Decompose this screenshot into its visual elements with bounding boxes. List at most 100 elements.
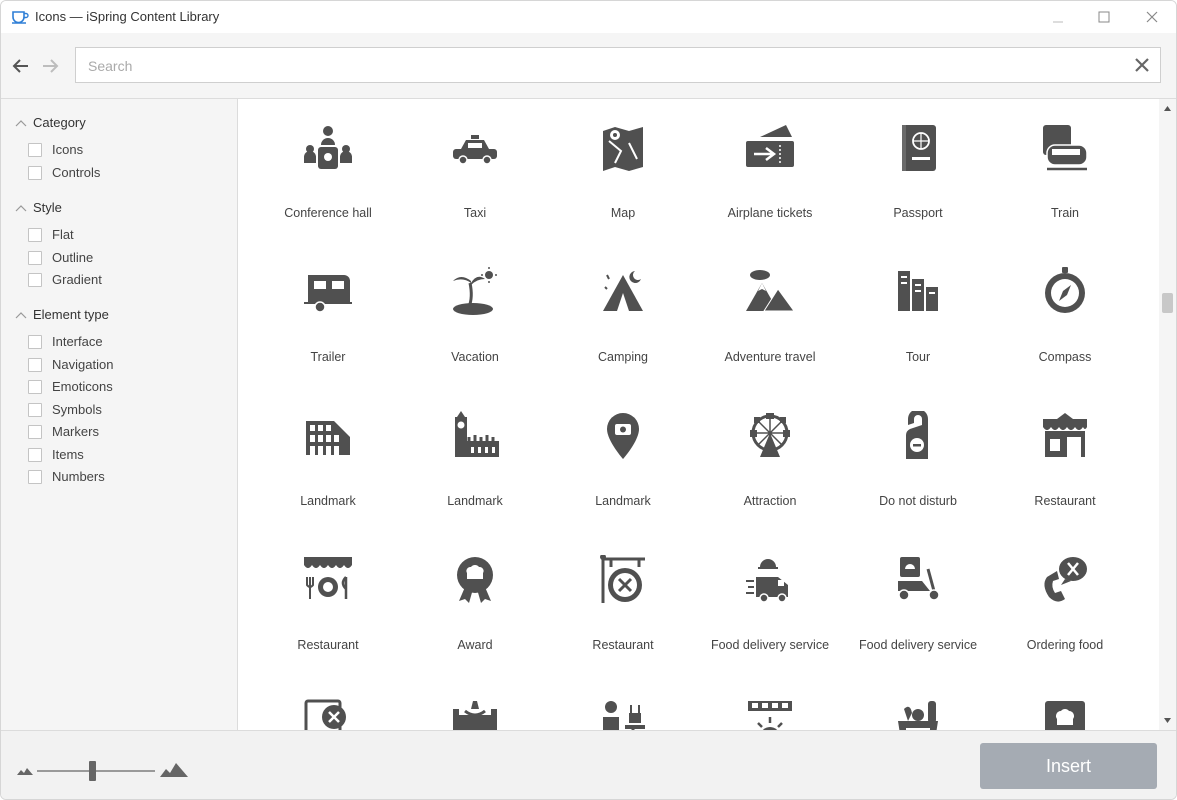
chevron-up-icon — [15, 204, 27, 211]
icon-tile-do-not-disturb[interactable]: Do not disturb — [844, 391, 992, 535]
icon-tile-menu-board[interactable] — [254, 679, 402, 730]
back-button[interactable] — [10, 55, 32, 77]
filter-option-outline[interactable]: Outline — [28, 250, 93, 265]
icon-tile-delivery-van[interactable]: Food delivery service — [696, 535, 844, 679]
minimize-button[interactable] — [1038, 5, 1078, 29]
scroll-up-arrow-icon[interactable] — [1163, 104, 1172, 113]
small-thumbnails-icon[interactable] — [17, 765, 33, 775]
checkbox[interactable] — [28, 227, 42, 242]
zoom-slider-track[interactable] — [37, 770, 155, 772]
icon-tile-restaurant-sign[interactable]: Restaurant — [549, 535, 697, 679]
filter-option-controls[interactable]: Controls — [28, 165, 100, 180]
adventure-travel-icon — [746, 270, 794, 312]
scroll-thumb[interactable] — [1162, 293, 1173, 313]
delivery-scooter-icon — [898, 557, 940, 601]
icon-tile-adventure-travel[interactable]: Adventure travel — [696, 247, 844, 391]
icon-label: Landmark — [300, 494, 356, 508]
checkbox[interactable] — [28, 447, 42, 462]
restaurant-building-icon — [1043, 413, 1087, 457]
window-title: Icons — iSpring Content Library — [35, 9, 220, 24]
icon-tile-dining-table[interactable] — [401, 679, 549, 730]
filter-option-markers[interactable]: Markers — [28, 424, 99, 439]
checkbox[interactable] — [28, 250, 42, 265]
zoom-slider-thumb[interactable] — [89, 761, 96, 781]
icon-tile-restaurant-awning[interactable]: Restaurant — [254, 535, 402, 679]
checkbox[interactable] — [28, 334, 42, 349]
icon-tile-passport[interactable]: Passport — [844, 103, 992, 247]
filter-option-items[interactable]: Items — [28, 447, 84, 462]
filter-option-gradient[interactable]: Gradient — [28, 272, 102, 287]
checkbox[interactable] — [28, 402, 42, 417]
filter-option-navigation[interactable]: Navigation — [28, 357, 113, 372]
icon-tile-landmark-colosseum[interactable]: Landmark — [254, 391, 402, 535]
icon-tile-trailer[interactable]: Trailer — [254, 247, 402, 391]
icon-tile-conference-hall[interactable]: Conference hall — [254, 103, 402, 247]
checkbox[interactable] — [28, 357, 42, 372]
app-cup-icon — [12, 11, 29, 24]
icon-label: Do not disturb — [879, 494, 957, 508]
arrow-left-icon — [12, 59, 28, 73]
close-window-button[interactable] — [1132, 5, 1172, 29]
icon-tile-landmark-big-ben[interactable]: Landmark — [401, 391, 549, 535]
chevron-up-icon — [15, 119, 27, 126]
filter-option-icons[interactable]: Icons — [28, 142, 83, 157]
icon-tile-restaurant-building[interactable]: Restaurant — [991, 391, 1139, 535]
checkbox[interactable] — [28, 272, 42, 287]
icon-label: Award — [457, 638, 493, 652]
filter-group-title: Category — [33, 115, 86, 130]
conference-hall-icon — [304, 126, 352, 169]
icon-label: Food delivery service — [710, 638, 830, 652]
forward-button[interactable] — [39, 55, 61, 77]
icon-tile-chef-board[interactable] — [991, 679, 1139, 730]
filter-group-category[interactable]: Category — [15, 115, 86, 130]
content-library-window: Icons — iSpring Content Library Category… — [0, 0, 1177, 800]
icon-tile-taxi[interactable]: Taxi — [401, 103, 549, 247]
checkbox[interactable] — [28, 469, 42, 484]
vertical-scrollbar[interactable] — [1159, 99, 1176, 730]
icon-tile-sunset[interactable] — [696, 679, 844, 730]
checkbox[interactable] — [28, 142, 42, 157]
icon-tile-waiter[interactable] — [549, 679, 697, 730]
passport-icon — [902, 125, 936, 171]
filter-option-interface[interactable]: Interface — [28, 334, 103, 349]
filter-group-style[interactable]: Style — [15, 200, 62, 215]
insert-button[interactable]: Insert — [980, 743, 1157, 789]
filter-option-label: Symbols — [52, 402, 102, 417]
filter-option-label: Interface — [52, 334, 103, 349]
maximize-button[interactable] — [1084, 5, 1124, 29]
icon-tile-map[interactable]: Map — [549, 103, 697, 247]
icon-tile-award[interactable]: Award — [401, 535, 549, 679]
icon-tile-tour[interactable]: Tour — [844, 247, 992, 391]
icon-tile-compass[interactable]: Compass — [991, 247, 1139, 391]
waiter-icon — [603, 701, 645, 730]
icon-tile-delivery-scooter[interactable]: Food delivery service — [844, 535, 992, 679]
icon-tile-groceries[interactable] — [844, 679, 992, 730]
icon-label: Conference hall — [284, 206, 372, 220]
checkbox[interactable] — [28, 165, 42, 180]
filter-option-symbols[interactable]: Symbols — [28, 402, 102, 417]
filter-option-emoticons[interactable]: Emoticons — [28, 379, 113, 394]
icon-tile-camping[interactable]: Camping — [549, 247, 697, 391]
search-input[interactable] — [86, 48, 1120, 84]
restaurant-sign-icon — [600, 555, 645, 603]
large-thumbnails-icon[interactable] — [160, 761, 188, 777]
icon-tile-ordering-food[interactable]: Ordering food — [991, 535, 1139, 679]
scroll-down-arrow-icon[interactable] — [1163, 716, 1172, 725]
icon-tile-vacation[interactable]: Vacation — [401, 247, 549, 391]
icon-label: Tour — [905, 350, 931, 364]
icon-label: Trailer — [310, 350, 346, 364]
icon-tile-airplane-tickets[interactable]: Airplane tickets — [696, 103, 844, 247]
clear-search-icon[interactable] — [1134, 57, 1150, 73]
icon-label: Food delivery service — [858, 638, 978, 652]
icon-tile-attraction[interactable]: Attraction — [696, 391, 844, 535]
filter-group-element-type[interactable]: Element type — [15, 307, 109, 322]
filter-option-flat[interactable]: Flat — [28, 227, 74, 242]
icon-tile-landmark-pin[interactable]: Landmark — [549, 391, 697, 535]
filter-option-label: Flat — [52, 227, 74, 242]
checkbox[interactable] — [28, 379, 42, 394]
icon-label: Ordering food — [1026, 638, 1104, 652]
checkbox[interactable] — [28, 424, 42, 439]
filter-option-numbers[interactable]: Numbers — [28, 469, 105, 484]
compass-icon — [1045, 267, 1085, 313]
icon-tile-train[interactable]: Train — [991, 103, 1139, 247]
